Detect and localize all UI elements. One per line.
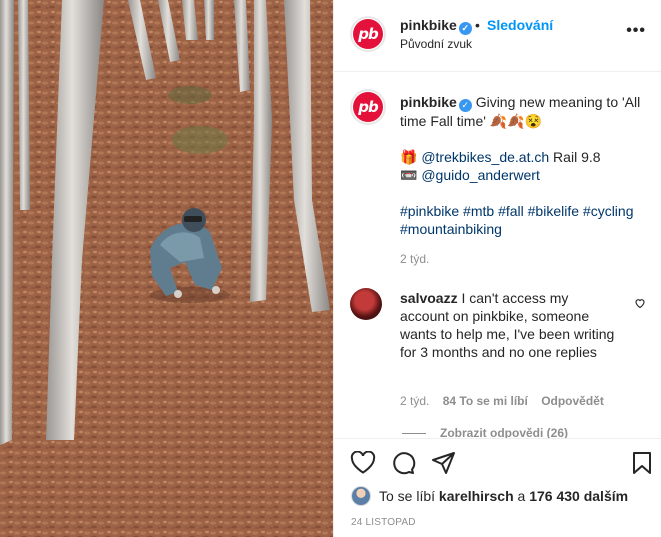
comment-timestamp[interactable]: 2 týd. <box>400 394 429 408</box>
verified-icon: ✓ <box>458 22 472 35</box>
save-icon[interactable] <box>632 451 652 475</box>
likes-summary: To se líbí karelhirsch a 176 430 dalším <box>379 488 628 504</box>
caption-verified-icon: ✓ <box>458 99 472 112</box>
caption-avatar[interactable]: pb <box>350 89 386 125</box>
separator-dot: • <box>475 17 480 33</box>
hashtag[interactable]: #bikelife <box>528 203 579 219</box>
view-replies-button[interactable]: Zobrazit odpovědi (26) <box>440 426 568 438</box>
share-icon[interactable] <box>431 451 457 475</box>
likes-count[interactable]: 176 430 dalším <box>529 488 628 504</box>
hashtag[interactable]: #mtb <box>463 203 494 219</box>
caption-avatar-logo: pb <box>353 92 383 122</box>
hashtag[interactable]: #mountainbiking <box>400 221 502 237</box>
mention-trekbikes[interactable]: @trekbikes_de.at.ch <box>421 149 549 165</box>
likes-prefix: To se líbí <box>379 488 436 504</box>
hashtag[interactable]: #fall <box>498 203 524 219</box>
comment-like-icon[interactable] <box>634 297 646 309</box>
caption: pinkbike ✓ Giving new meaning to 'All tim… <box>400 93 650 256</box>
forest-scene <box>0 0 333 537</box>
post-video[interactable] <box>0 0 333 537</box>
bike-model: Rail 9.8 <box>549 149 601 165</box>
comment-meta: 2 týd. 84 To se mi líbí Odpovědět <box>400 394 614 408</box>
hashtags: #pinkbike #mtb #fall #bikelife #cycling … <box>400 202 650 238</box>
comment-icon[interactable] <box>391 451 417 475</box>
gift-emoji: 🎁 <box>400 149 418 165</box>
commenter-username[interactable]: salvoazz <box>400 290 458 306</box>
post-date[interactable]: 24 LISTOPAD <box>351 517 416 528</box>
action-bar: To se líbí karelhirsch a 176 430 dalším … <box>334 438 661 537</box>
comment: salvoazz I can't access my account on pi… <box>400 289 620 361</box>
post-header: pb pinkbike ✓ • Sledování Původní zvuk ••… <box>334 0 661 72</box>
reply-button[interactable]: Odpovědět <box>541 394 604 408</box>
comment-likes[interactable]: 84 To se mi líbí <box>443 394 528 408</box>
caption-username[interactable]: pinkbike <box>400 94 457 110</box>
comments-list[interactable]: pb pinkbike ✓ Giving new meaning to 'All … <box>334 73 661 438</box>
hashtag[interactable]: #cycling <box>583 203 634 219</box>
more-icon[interactable]: ••• <box>626 22 646 40</box>
author-username[interactable]: pinkbike <box>400 17 457 33</box>
mention-guido[interactable]: @guido_anderwert <box>421 167 540 183</box>
post-panel: pb pinkbike ✓ • Sledování Původní zvuk ••… <box>333 0 661 537</box>
liker-username[interactable]: karelhirsch <box>439 488 514 504</box>
avatar-logo: pb <box>353 19 383 49</box>
likes-middle: a <box>517 488 526 504</box>
liker-avatar[interactable] <box>351 486 371 506</box>
commenter-avatar[interactable] <box>350 288 382 320</box>
audio-label[interactable]: Původní zvuk <box>400 37 472 51</box>
caption-timestamp[interactable]: 2 týd. <box>400 252 429 266</box>
author-avatar[interactable]: pb <box>350 16 386 52</box>
hashtag[interactable]: #pinkbike <box>400 203 459 219</box>
camera-emoji: 📼 <box>400 167 418 183</box>
heart-icon[interactable] <box>350 451 376 475</box>
follow-button[interactable]: Sledování <box>487 17 553 33</box>
author-username-row: pinkbike ✓ <box>400 17 472 35</box>
